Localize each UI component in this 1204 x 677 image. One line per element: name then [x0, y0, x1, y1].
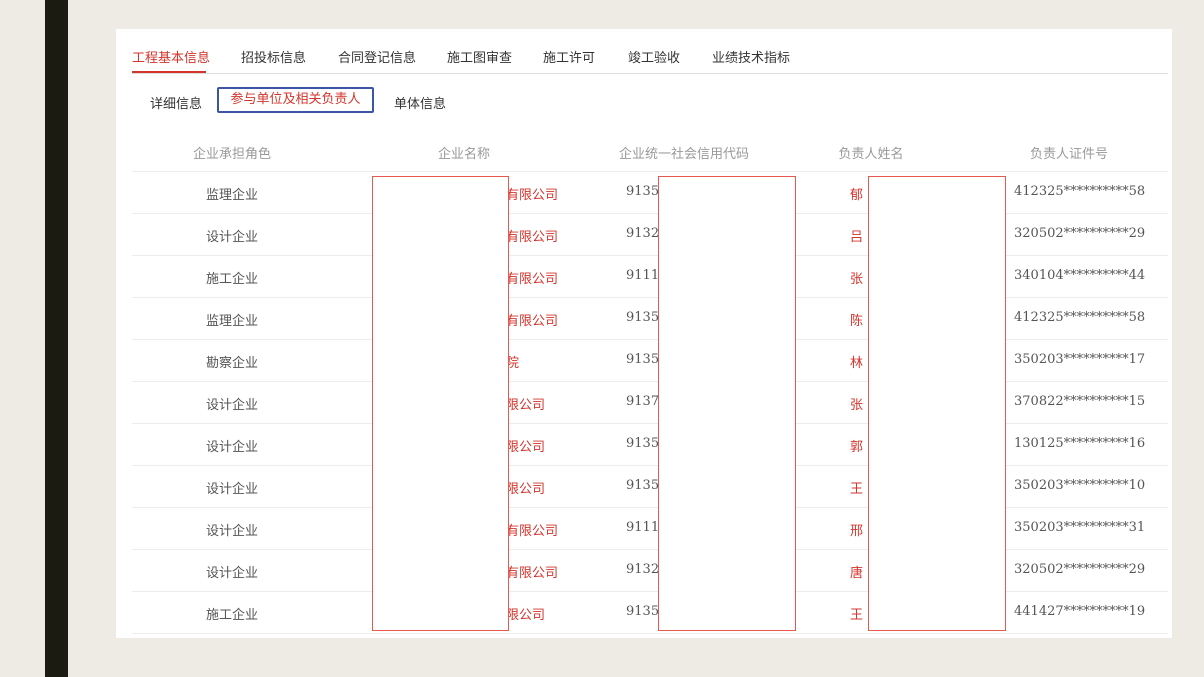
cell-person-id: 350203**********17	[1014, 352, 1146, 367]
redaction-box-person	[868, 176, 1006, 631]
cell-role: 设计企业	[205, 398, 259, 413]
table-row: 施工企业 有限公司 91110 张 340104**********44	[132, 255, 1168, 298]
cell-person-name[interactable]: 郭	[850, 436, 863, 455]
table-header: 企业承担角色 企业名称 企业统一社会信用代码 负责人姓名 负责人证件号	[132, 133, 1168, 172]
cell-company-name[interactable]: 限公司	[506, 436, 545, 455]
cell-person-name[interactable]: 唐	[850, 562, 863, 581]
cell-role: 监理企业	[205, 188, 259, 203]
cell-role: 监理企业	[205, 314, 259, 329]
table-row: 施工企业 限公司 91350 王 441427**********19	[132, 591, 1168, 634]
cell-person-id: 441427**********19	[1014, 604, 1146, 619]
cell-company-name[interactable]: 有限公司	[506, 562, 558, 581]
table-row: 设计企业 有限公司 91320 吕 320502**********29	[132, 213, 1168, 256]
cell-role: 设计企业	[205, 230, 259, 245]
active-tab-indicator	[132, 71, 206, 73]
cell-company-name[interactable]: 有限公司	[506, 184, 558, 203]
cell-person-id: 412325**********58	[1014, 184, 1146, 199]
main-tabs: 工程基本信息 招投标信息 合同登记信息 施工图审查 施工许可 竣工验收 业绩技术…	[132, 29, 1168, 74]
cell-role: 设计企业	[205, 482, 259, 497]
header-role: 企业承担角色	[192, 147, 272, 162]
cell-role: 设计企业	[205, 440, 259, 455]
table-row: 勘察企业院 91350 林 350203**********17	[132, 339, 1168, 382]
cell-person-id: 412325**********58	[1014, 310, 1146, 325]
table-row: 设计企业 限公司 91350 郭 130125**********16	[132, 423, 1168, 466]
cell-company-name[interactable]: 有限公司	[506, 226, 558, 245]
subtab-detail[interactable]: 详细信息	[150, 93, 202, 112]
tab-basic-info[interactable]: 工程基本信息	[132, 47, 210, 66]
cell-person-id: 320502**********29	[1014, 562, 1146, 577]
tab-construction-permit[interactable]: 施工许可	[543, 47, 595, 66]
cell-role: 施工企业	[205, 608, 259, 623]
header-company-name: 企业名称	[437, 147, 491, 162]
subtab-participants[interactable]: 参与单位及相关负责人	[217, 87, 374, 113]
cell-person-name[interactable]: 张	[850, 268, 863, 287]
table-row: 设计企业 限公司 91370 张 370822**********15	[132, 381, 1168, 424]
header-person-name: 负责人姓名	[838, 147, 904, 162]
cell-company-name[interactable]: 限公司	[506, 604, 545, 623]
cell-role: 设计企业	[205, 524, 259, 539]
table-row: 监理企业 有限公司 91350 郁 412325**********58	[132, 171, 1168, 214]
cell-person-name[interactable]: 王	[850, 478, 863, 497]
tab-completion-acceptance[interactable]: 竣工验收	[628, 47, 680, 66]
cell-person-id: 130125**********16	[1014, 436, 1146, 451]
header-credit-code: 企业统一社会信用代码	[618, 147, 750, 162]
cell-role: 勘察企业	[205, 356, 259, 371]
cell-person-id: 350203**********31	[1014, 520, 1146, 535]
tab-performance-indicators[interactable]: 业绩技术指标	[712, 47, 790, 66]
cell-person-id: 320502**********29	[1014, 226, 1146, 241]
table-row: 设计企业 有限公司 91110 邢 350203**********31	[132, 507, 1168, 550]
table-row: 设计企业 有限公司 91320 唐 320502**********29	[132, 549, 1168, 592]
cell-person-name[interactable]: 陈	[850, 310, 863, 329]
redaction-box-company	[372, 176, 509, 631]
subtab-unit[interactable]: 单体信息	[394, 93, 446, 112]
redaction-box-code	[658, 176, 796, 631]
cell-person-id: 340104**********44	[1014, 268, 1146, 283]
left-dark-bar	[45, 0, 68, 677]
cell-person-name[interactable]: 张	[850, 394, 863, 413]
cell-company-name[interactable]: 限公司	[506, 478, 545, 497]
cell-company-name[interactable]: 有限公司	[506, 520, 558, 539]
table-row: 设计企业 限公司 91350 王 350203**********10	[132, 465, 1168, 508]
cell-person-name[interactable]: 林	[850, 352, 863, 371]
header-person-id: 负责人证件号	[1029, 147, 1109, 162]
cell-person-id: 350203**********10	[1014, 478, 1146, 493]
cell-company-name[interactable]: 有限公司	[506, 310, 558, 329]
table-row: 监理企业 有限公司 91350 陈 412325**********58	[132, 297, 1168, 340]
cell-person-name[interactable]: 王	[850, 604, 863, 623]
cell-role: 设计企业	[205, 566, 259, 581]
cell-person-id: 370822**********15	[1014, 394, 1146, 409]
cell-person-name[interactable]: 吕	[850, 226, 863, 245]
tab-drawing-review[interactable]: 施工图审查	[447, 47, 512, 66]
cell-company-name[interactable]: 限公司	[506, 394, 545, 413]
tab-bidding-info[interactable]: 招投标信息	[241, 47, 306, 66]
cell-person-name[interactable]: 邢	[850, 520, 863, 539]
cell-role: 施工企业	[205, 272, 259, 287]
project-info-panel: 工程基本信息 招投标信息 合同登记信息 施工图审查 施工许可 竣工验收 业绩技术…	[116, 29, 1172, 638]
cell-person-name[interactable]: 郁	[850, 184, 863, 203]
tab-contract-info[interactable]: 合同登记信息	[338, 47, 416, 66]
cell-company-name[interactable]: 有限公司	[506, 268, 558, 287]
